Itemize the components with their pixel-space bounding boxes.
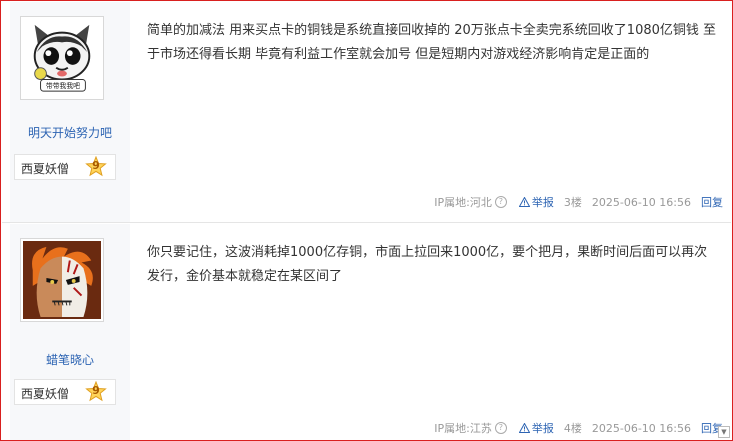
scroll-down-icon[interactable]: ▼	[718, 426, 730, 438]
avatar[interactable]	[20, 238, 104, 322]
report-button[interactable]: 举报	[518, 194, 554, 210]
report-label: 举报	[531, 196, 554, 209]
cat-cartoon-avatar-image: 带带我我吧	[23, 19, 101, 97]
avatar-caption: 带带我我吧	[46, 81, 80, 90]
thread-frame: 带带我我吧 明天开始努力吧 西夏妖僧 9 简单的加减法 用来买点卡的铜钱是系统直…	[0, 0, 733, 441]
post-floor-4: 蜡笔晓心 西夏妖僧 9 你只要记住，这波消耗掉1000亿存铜，市面上拉回来100…	[2, 224, 731, 440]
ip-location-text: IP属地:江苏	[434, 422, 492, 435]
avatar[interactable]: 带带我我吧	[20, 16, 104, 100]
author-sidebar: 蜡笔晓心 西夏妖僧 9	[10, 224, 130, 440]
floor-number: 4楼	[563, 422, 582, 435]
post-content: 简单的加减法 用来买点卡的铜钱是系统直接回收掉的 20万张点卡全卖完系统回收了1…	[147, 23, 717, 62]
author-sidebar: 带带我我吧 明天开始努力吧 西夏妖僧 9	[10, 2, 130, 222]
level-number: 9	[92, 384, 100, 397]
member-badge[interactable]: 西夏妖僧 9	[14, 154, 116, 180]
ip-location: IP属地:河北 ?	[434, 194, 507, 210]
level-number: 9	[92, 159, 100, 172]
post-meta: IP属地:江苏 ? 举报 4楼 2025-06-10 16:56 回复	[434, 420, 723, 436]
post-floor-3: 带带我我吧 明天开始努力吧 西夏妖僧 9 简单的加减法 用来买点卡的铜钱是系统直…	[2, 2, 731, 223]
warning-icon	[518, 197, 530, 207]
reply-button[interactable]: 回复	[701, 194, 723, 210]
badge-name: 西夏妖僧	[21, 387, 70, 401]
post-time: 2025-06-10 16:56	[591, 421, 691, 435]
level-star-icon: 9	[85, 381, 107, 403]
masked-character-avatar-image	[23, 241, 101, 319]
floor-number: 3楼	[563, 196, 582, 209]
ip-location: IP属地:江苏 ?	[434, 420, 507, 436]
badge-name: 西夏妖僧	[21, 162, 70, 176]
warning-icon	[518, 423, 530, 433]
post-content: 你只要记住，这波消耗掉1000亿存铜，市面上拉回来1000亿，要个把月，果断时间…	[147, 245, 708, 284]
member-badge[interactable]: 西夏妖僧 9	[14, 379, 116, 405]
username-link[interactable]: 明天开始努力吧	[10, 124, 130, 141]
username-link[interactable]: 蜡笔晓心	[10, 351, 130, 368]
ip-location-text: IP属地:河北	[434, 196, 492, 209]
report-label: 举报	[531, 422, 554, 435]
question-icon[interactable]: ?	[494, 196, 507, 208]
report-button[interactable]: 举报	[518, 420, 554, 436]
post-meta: IP属地:河北 ? 举报 3楼 2025-06-10 16:56 回复	[434, 194, 723, 210]
question-icon[interactable]: ?	[494, 422, 507, 434]
post-time: 2025-06-10 16:56	[591, 195, 691, 209]
level-star-icon: 9	[85, 156, 107, 178]
